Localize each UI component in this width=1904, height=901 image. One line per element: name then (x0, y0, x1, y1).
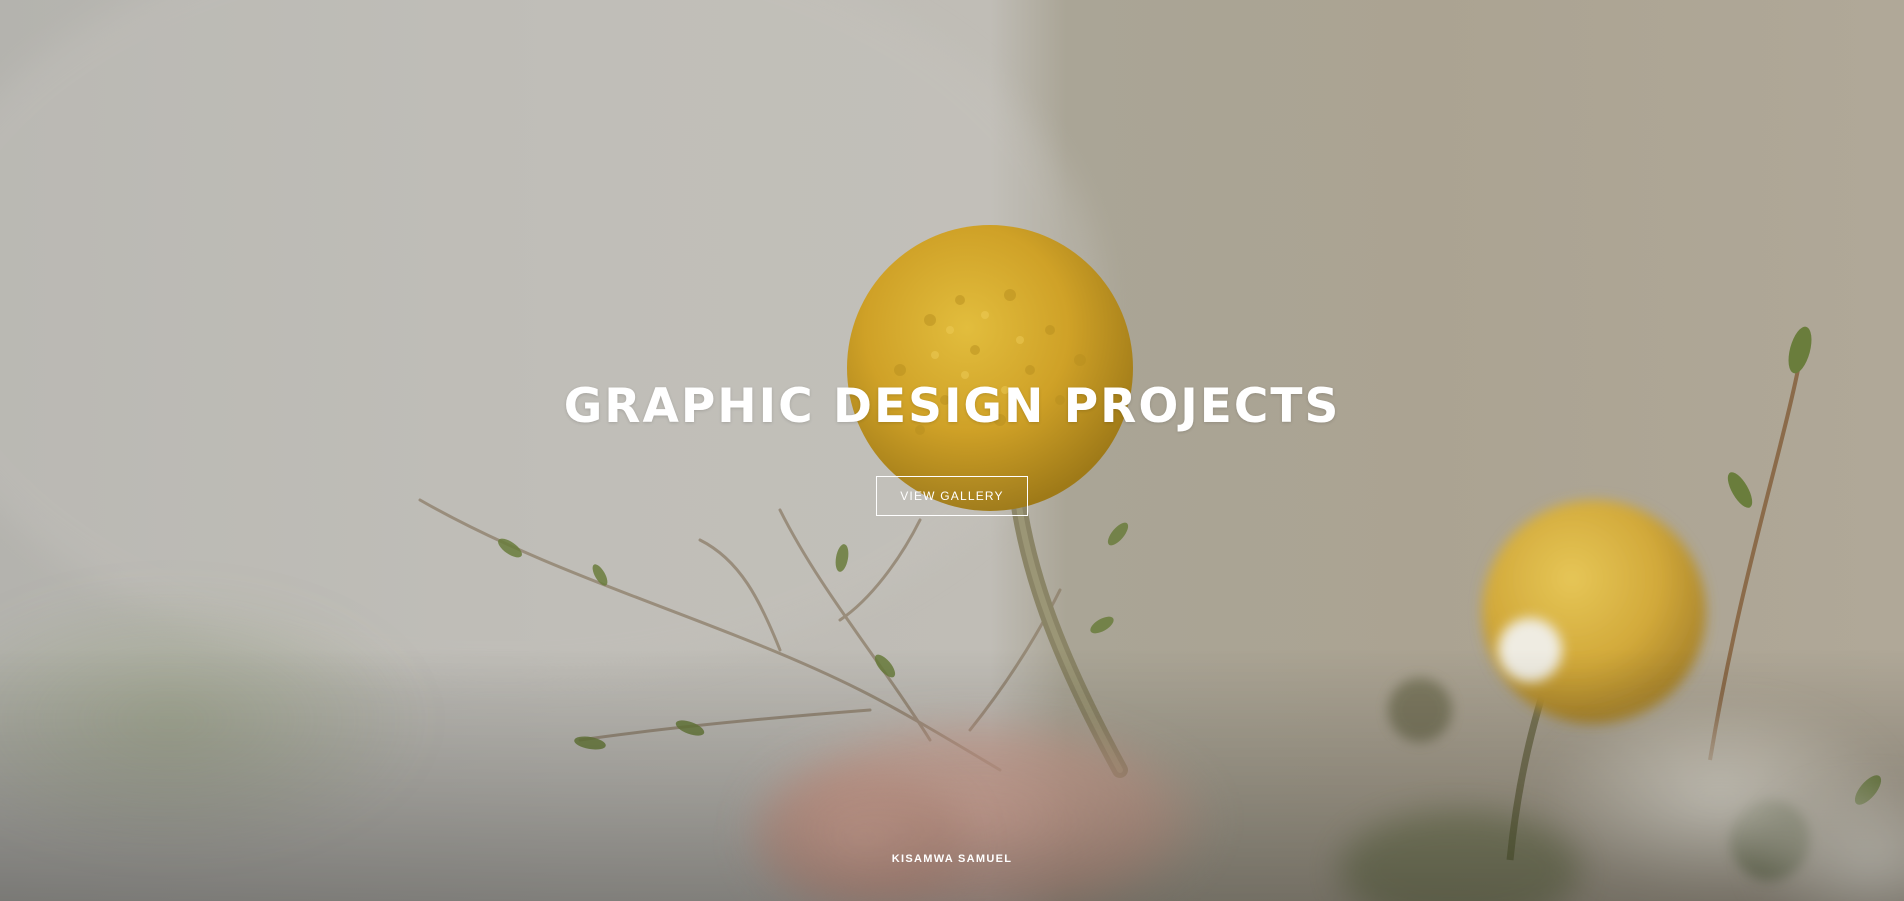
hero-content: GRAPHIC DESIGN PROJECTS VIEW GALLERY (0, 372, 1904, 516)
view-gallery-button[interactable]: VIEW GALLERY (876, 476, 1028, 516)
hero-section: GRAPHIC DESIGN PROJECTS VIEW GALLERY KIS… (0, 0, 1904, 901)
page-title: GRAPHIC DESIGN PROJECTS (563, 379, 1341, 434)
author-credit: KISAMWA SAMUEL (891, 853, 1013, 865)
